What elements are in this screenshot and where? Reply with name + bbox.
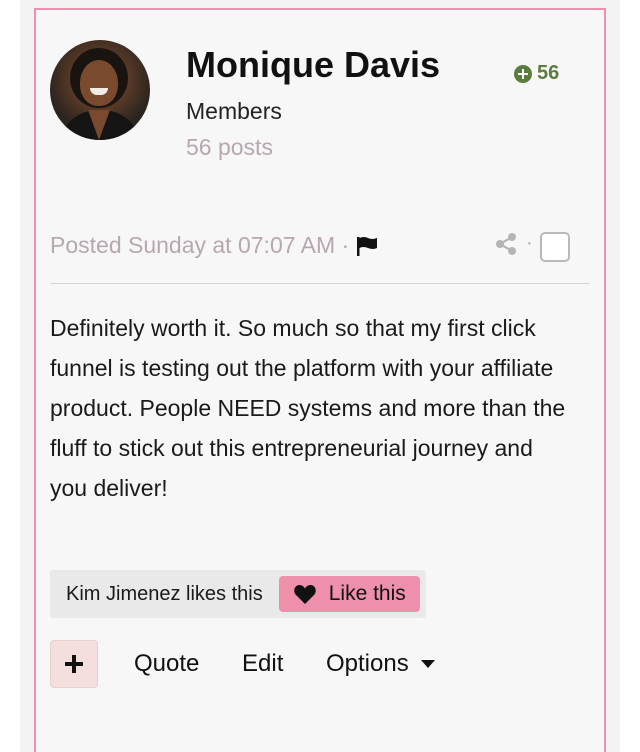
reputation-badge: 56 — [514, 62, 559, 85]
multiquote-button[interactable] — [50, 640, 98, 688]
flag-icon[interactable] — [355, 235, 379, 257]
checkbox-icon[interactable] — [540, 232, 570, 262]
plus-icon — [65, 655, 83, 673]
reactions-bar: Kim Jimenez likes this Like this — [50, 570, 426, 618]
post-date[interactable]: Posted Sunday at 07:07 AM · — [50, 232, 349, 259]
like-button[interactable]: Like this — [278, 576, 420, 612]
options-label: Options — [326, 650, 409, 677]
author-name[interactable]: Monique Davis — [186, 44, 440, 86]
author-post-count: 56 posts — [186, 134, 273, 160]
heart-icon — [293, 585, 316, 604]
post-meta: Posted Sunday at 07:07 AM · — [50, 232, 379, 259]
meta-separator: · — [526, 232, 533, 254]
edit-button[interactable]: Edit — [242, 650, 283, 678]
post-content: Definitely worth it. So much so that my … — [50, 315, 566, 501]
share-icon[interactable] — [494, 232, 518, 256]
likers-text[interactable]: Kim Jimenez likes this — [66, 583, 263, 606]
reputation-count: 56 — [537, 62, 560, 84]
quote-button[interactable]: Quote — [134, 650, 199, 678]
forum-post: Monique Davis 56 Members 56 posts Posted… — [34, 8, 606, 752]
divider — [50, 283, 590, 284]
reputation-plus-icon — [514, 64, 532, 83]
caret-down-icon — [420, 660, 435, 668]
author-avatar[interactable] — [50, 40, 150, 140]
options-menu[interactable]: Options — [326, 650, 435, 678]
like-button-label: Like this — [328, 582, 406, 605]
author-group: Members — [186, 98, 282, 124]
